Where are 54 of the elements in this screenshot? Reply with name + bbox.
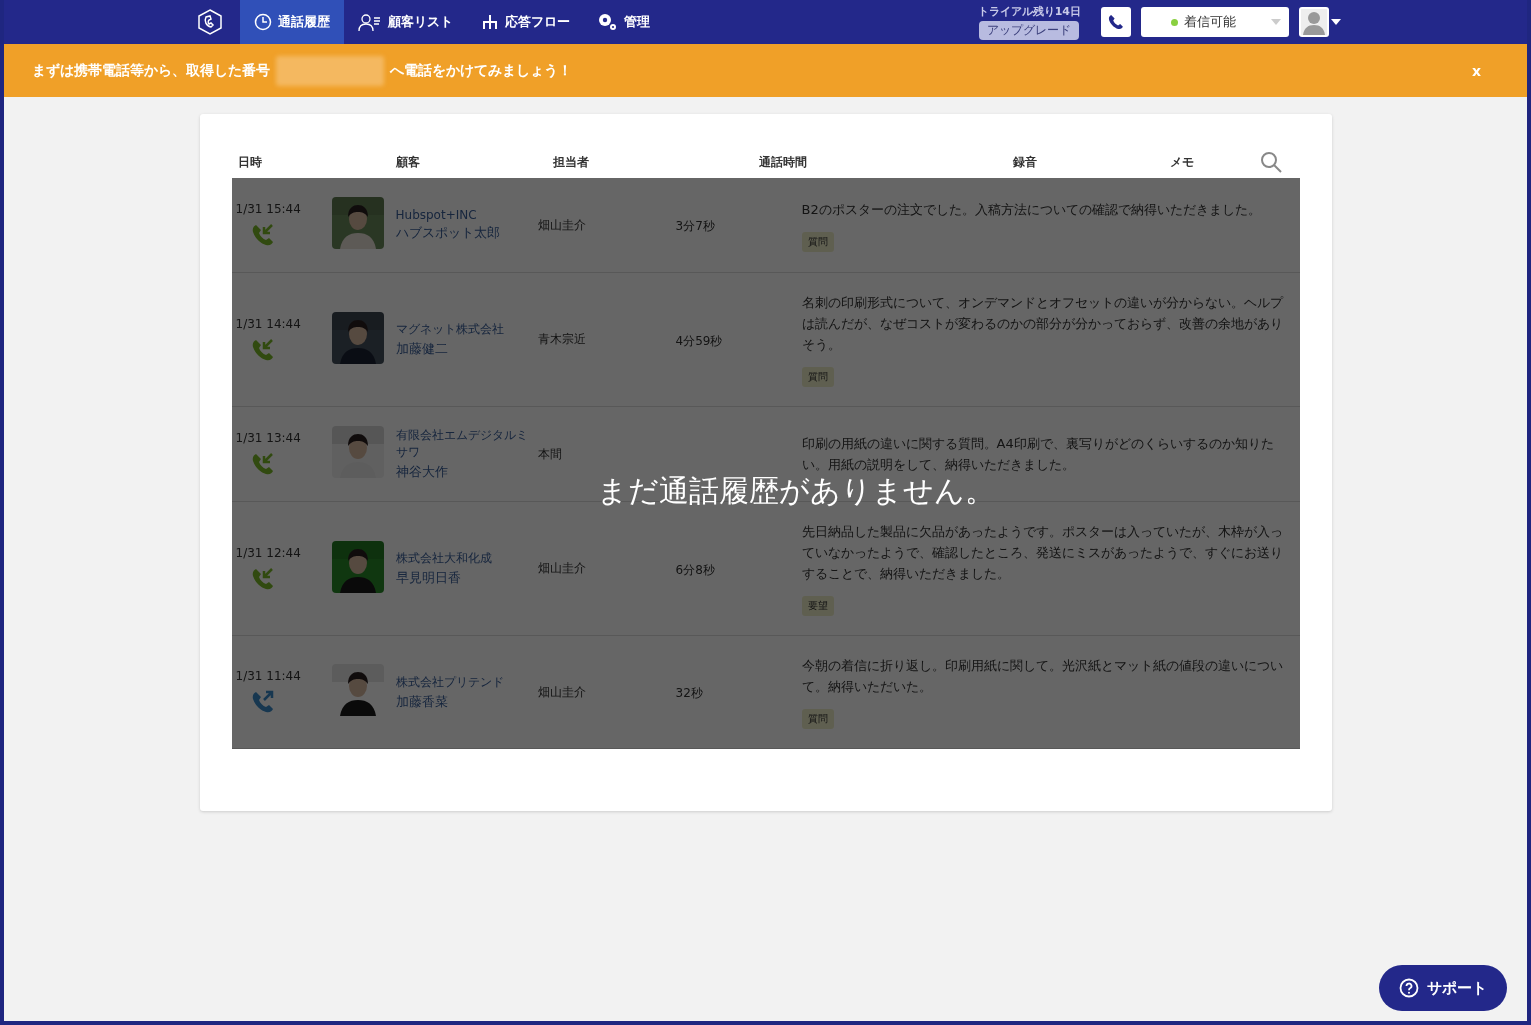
column-header: 顧客 <box>395 153 421 171</box>
phone-button[interactable] <box>1101 7 1131 37</box>
phone-icon <box>1107 13 1125 31</box>
trial-label: トライアル残り14日 <box>977 4 1081 19</box>
caret-icon <box>1271 19 1281 25</box>
call-duration: 3分7秒 <box>675 219 715 233</box>
status-dot <box>1171 18 1178 26</box>
company-name: 有限会社エムデジタルミサワ <box>395 427 529 461</box>
column-header: 日時 <box>237 153 263 171</box>
status-select[interactable]: 着信可能 <box>1141 7 1289 37</box>
call-time: 1/31 11:44 <box>235 669 301 683</box>
logo-icon[interactable] <box>196 8 224 36</box>
column-header: 録音 <box>1012 153 1038 171</box>
agent-name: 畑山圭介 <box>537 216 587 234</box>
company-name: 株式会社プリテンド <box>395 673 505 691</box>
nav-tab[interactable]: 通話履歴 <box>240 0 344 44</box>
call-duration: 32秒 <box>675 686 703 700</box>
help-icon <box>1399 978 1419 998</box>
empty-message: まだ通話履歴がありません。 <box>596 472 995 510</box>
nav-tab[interactable]: 管理 <box>584 0 664 44</box>
nav-tab[interactable]: 応答フロー <box>467 0 584 44</box>
memo-text: 今朝の着信に折り返し。印刷用紙に関して。光沢紙とマット紙の値段の違いについて。納得いただいた。 <box>801 657 1284 696</box>
call-time: 1/31 15:44 <box>235 202 301 216</box>
call-time: 1/31 13:44 <box>235 431 301 445</box>
memo-text: B2のポスターの注文でした。入稿方法についての確認で納得いただきました。 <box>801 200 1261 219</box>
memo-text: 名刺の印刷形式について、オンデマンドとオフセットの違いが分からない。ヘルプは読んだが、なぜコストが変わるのかの部分が分かっておらず、改善の余地がありそう。 <box>801 294 1284 354</box>
column-header: 通話時間 <box>758 153 808 171</box>
banner-text: まずは携帯電話等から、取得した番号 <box>32 61 270 80</box>
column-header: 担当者 <box>552 153 590 171</box>
memo-text: 印刷の用紙の違いに関する質問。A4印刷で、裏写りがどのくらいするのか知りたい。用紙の説明をして、納得いただきました。 <box>801 435 1275 474</box>
call-duration: 4分59秒 <box>675 333 723 348</box>
company-name: マグネット株式会社 <box>395 321 505 338</box>
caret-icon[interactable] <box>1331 19 1341 25</box>
call-duration: 6分8秒 <box>675 562 715 577</box>
call-time: 1/31 14:44 <box>235 316 301 331</box>
agent-name: 青木宗近 <box>537 331 587 348</box>
support-button[interactable]: サポート <box>1379 965 1507 1011</box>
company-name: 株式会社大和化成 <box>395 550 493 567</box>
memo-tag: 要望 <box>801 596 834 616</box>
memo-text: 先日納品した製品に欠品があったようです。ポスターは入っていたが、木枠が入っていなかったようで、確認したところ、発送にミスがあったようで、すぐにお送りすることで、納得いただきました。 <box>801 523 1284 583</box>
column-header: メモ <box>1169 153 1195 171</box>
nav-tab[interactable]: 顧客リスト <box>344 0 467 44</box>
upgrade-button[interactable]: アップグレード <box>979 21 1080 40</box>
clock-icon <box>254 13 272 31</box>
person-list-icon <box>358 13 382 31</box>
search-icon[interactable] <box>1259 151 1282 173</box>
gears-icon <box>598 13 618 31</box>
call-time: 1/31 12:44 <box>235 545 301 560</box>
flow-icon <box>481 13 499 31</box>
company-name: Hubspot+INC <box>395 208 478 222</box>
agent-name: 畑山圭介 <box>537 683 587 701</box>
banner-text: へ電話をかけてみましょう！ <box>390 61 572 80</box>
agent-name: 畑山圭介 <box>537 560 587 577</box>
agent-name: 本間 <box>537 445 563 463</box>
